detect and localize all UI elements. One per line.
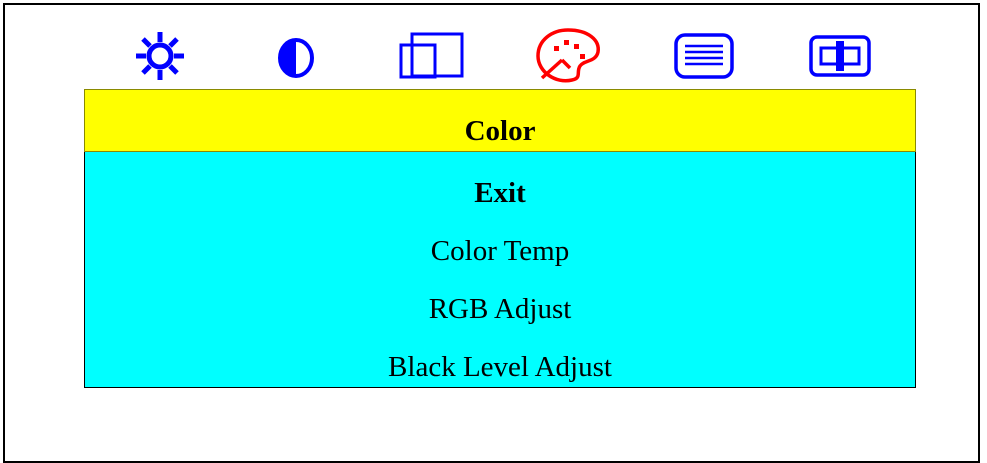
menu-item-rgb-adjust[interactable]: RGB Adjust	[85, 292, 915, 326]
osd-menu-panel: Exit Color Temp RGB Adjust Black Level A…	[84, 152, 916, 388]
contrast-icon[interactable]	[258, 22, 334, 90]
osd-tab-bar	[84, 22, 916, 90]
color-palette-icon[interactable]	[530, 22, 606, 90]
image-position-icon[interactable]	[394, 22, 470, 90]
input-signal-icon[interactable]	[802, 22, 878, 90]
brightness-sun-icon[interactable]	[122, 22, 198, 90]
osd-title-bar: Color	[84, 89, 916, 152]
menu-lines-icon[interactable]	[666, 22, 742, 90]
menu-item-exit[interactable]: Exit	[85, 176, 915, 210]
osd-title: Color	[464, 115, 536, 147]
menu-item-black-level-adjust[interactable]: Black Level Adjust	[85, 350, 915, 384]
menu-item-color-temp[interactable]: Color Temp	[85, 234, 915, 268]
